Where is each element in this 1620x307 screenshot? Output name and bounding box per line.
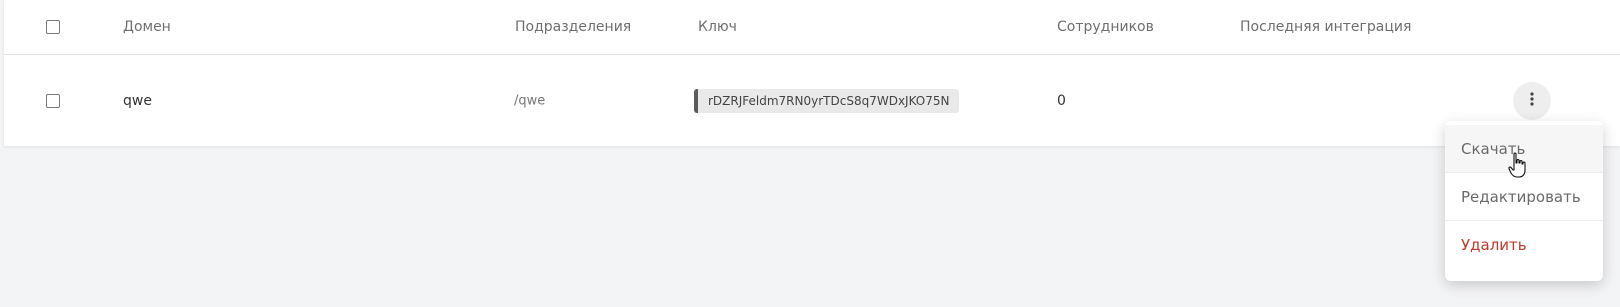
row-actions-menu: Скачать Редактировать Удалить — [1445, 121, 1603, 281]
column-header-domain[interactable]: Домен — [123, 19, 171, 35]
column-header-divisions[interactable]: Подразделения — [515, 19, 631, 35]
row-actions-button[interactable] — [1513, 81, 1551, 120]
table-row: qwe /qwe rDZRJFeldm7RN0yrTDcS8q7WDxJKO75… — [4, 55, 1620, 146]
select-all-checkbox[interactable] — [46, 20, 60, 34]
menu-item-delete[interactable]: Удалить — [1445, 221, 1603, 269]
domains-table: Домен Подразделения Ключ Сотрудников Пос… — [4, 0, 1620, 146]
column-header-employees[interactable]: Сотрудников — [1057, 19, 1154, 35]
employees-cell: 0 — [1057, 92, 1066, 109]
row-select-checkbox[interactable] — [46, 93, 60, 108]
key-chip[interactable]: rDZRJFeldm7RN0yrTDcS8q7WDxJKO75N — [694, 88, 960, 113]
domain-cell: qwe — [123, 92, 152, 109]
divisions-cell: /qwe — [514, 93, 546, 108]
menu-item-edit[interactable]: Редактировать — [1445, 173, 1603, 221]
table-header-row: Домен Подразделения Ключ Сотрудников Пос… — [4, 0, 1620, 55]
column-header-last-integration[interactable]: Последняя интеграция — [1240, 19, 1411, 35]
column-header-key[interactable]: Ключ — [698, 19, 737, 35]
menu-item-download[interactable]: Скачать — [1445, 125, 1603, 173]
key-cell: rDZRJFeldm7RN0yrTDcS8q7WDxJKO75N — [694, 88, 960, 113]
more-vertical-icon — [1530, 91, 1534, 110]
